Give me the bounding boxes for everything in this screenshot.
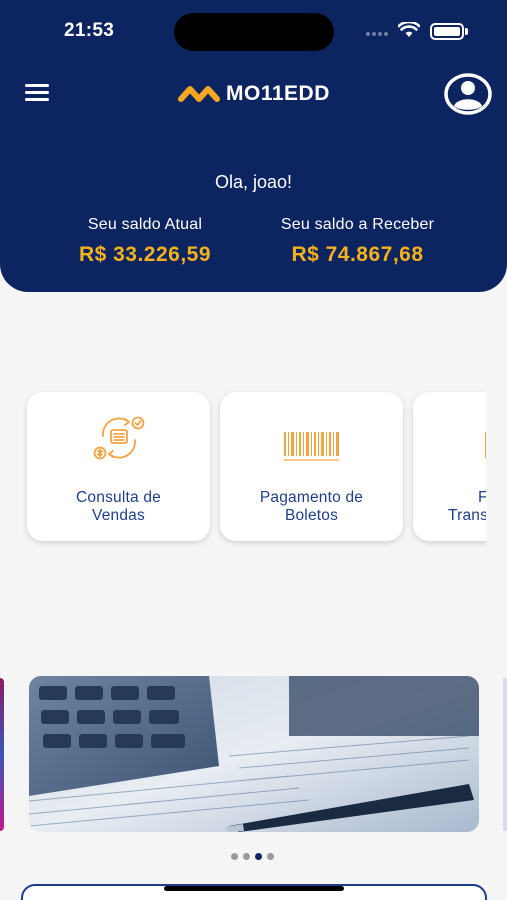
battery-icon (430, 23, 464, 40)
hamburger-menu-icon[interactable] (25, 84, 49, 102)
home-indicator (164, 886, 344, 891)
pagination-dot[interactable] (243, 853, 250, 860)
status-time: 21:53 (64, 20, 115, 41)
battery-tip (465, 28, 468, 35)
signal-icon (366, 32, 388, 36)
dynamic-island (174, 13, 334, 51)
service-card-sales[interactable]: Consulta de Vendas (27, 392, 210, 541)
promo-banner[interactable] (29, 676, 479, 832)
header-panel: 21:53 MO11EDD Ola, joao! Seu saldo Atual… (0, 0, 507, 292)
service-card-boletos-label: Pagamento de Boletos (259, 489, 364, 524)
receivable-balance-value: R$ 74.867,68 (291, 243, 424, 266)
banner-previous-peek[interactable] (0, 678, 4, 831)
current-balance-value: R$ 33.226,59 (78, 243, 212, 266)
transfer-icon (485, 432, 486, 458)
greeting: Ola, joao! (214, 172, 293, 192)
app-logo: MO11EDD (178, 80, 338, 108)
service-card-transfer[interactable]: F Trans (413, 392, 486, 541)
receivable-balance-label: Seu saldo a Receber (280, 216, 435, 233)
calculator-pen-image (29, 676, 479, 832)
receivable-balance: Seu saldo a Receber R$ 74.867,68 (265, 216, 450, 267)
wifi-icon (398, 22, 420, 37)
services-carousel[interactable]: Consulta de Vendas Pagamento de Boletos … (0, 380, 486, 560)
profile-icon[interactable] (443, 72, 493, 116)
logo-text: MO11EDD (226, 82, 330, 105)
service-card-sales-label: Consulta de Vendas (76, 489, 161, 524)
pagination-dot-active[interactable] (255, 853, 262, 860)
logo-mark-icon (178, 86, 220, 102)
service-card-transfer-label: F Trans (448, 489, 486, 524)
current-balance: Seu saldo Atual R$ 33.226,59 (60, 216, 230, 267)
barcode-icon (283, 432, 339, 461)
pagination-dot[interactable] (267, 853, 274, 860)
pagination-dot[interactable] (231, 853, 238, 860)
carousel-pagination (231, 853, 274, 860)
sales-cycle-icon (93, 416, 144, 460)
service-card-boletos[interactable]: Pagamento de Boletos (220, 392, 403, 541)
current-balance-label: Seu saldo Atual (87, 216, 203, 233)
banner-next-peek[interactable] (503, 678, 507, 831)
